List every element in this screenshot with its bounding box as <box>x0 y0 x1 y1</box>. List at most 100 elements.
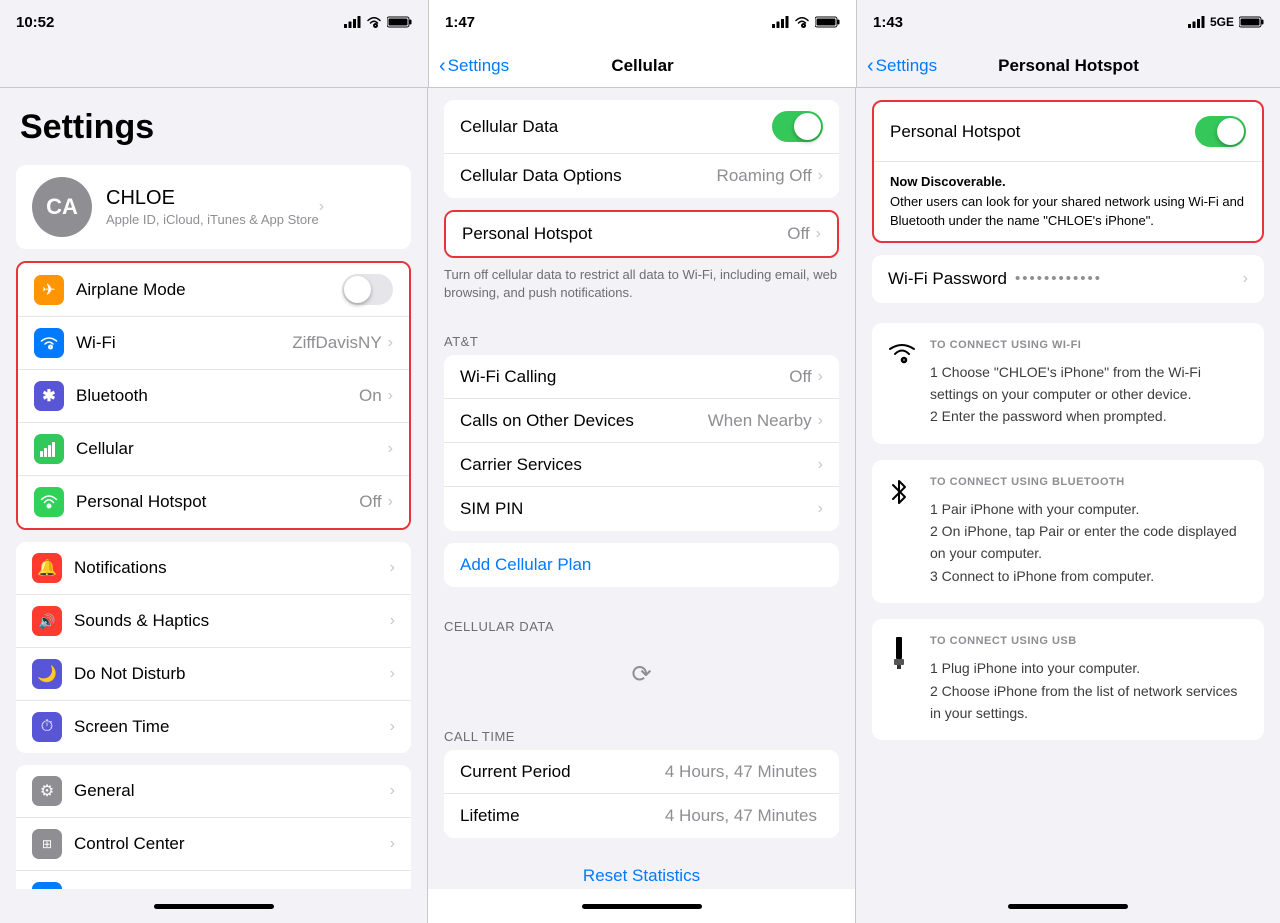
cellular-hotspot-row[interactable]: Personal Hotspot Off › <box>446 212 837 256</box>
dnd-icon: 🌙 <box>32 659 62 689</box>
control-center-row[interactable]: ⊞ Control Center › <box>16 818 411 871</box>
airplane-mode-row[interactable]: ✈ Airplane Mode <box>18 263 409 317</box>
status-icons-panel3: 5GE <box>1188 15 1264 29</box>
nav-bar-settings <box>0 44 428 88</box>
airplane-toggle-thumb <box>344 276 371 303</box>
profile-name: CHLOE <box>106 187 319 210</box>
bluetooth-row[interactable]: ✱ Bluetooth On › <box>18 370 409 423</box>
wifi-password-row[interactable]: Wi-Fi Password •••••••••••• › <box>872 255 1264 303</box>
wifi-row[interactable]: Wi-Fi ZiffDavisNY › <box>18 317 409 370</box>
att-section-header: AT&T <box>428 314 855 355</box>
wifi-row-icon <box>34 328 64 358</box>
general-group: ⚙ General › ⊞ Control Center › AA Displa… <box>16 765 411 889</box>
hotspot-top-section: Personal Hotspot Now Discoverable. Other… <box>872 100 1264 243</box>
connect-wifi-block: TO CONNECT USING WI-FI 1 Choose "CHLOE's… <box>872 323 1264 444</box>
status-icons-panel2 <box>772 16 840 28</box>
status-bar-panel3: 1:43 5GE <box>856 0 1280 44</box>
back-button-hotspot[interactable]: ‹ Settings <box>867 56 937 76</box>
wifi-connect-icon <box>888 339 918 428</box>
signal-icon-panel3 <box>1188 16 1205 28</box>
airplane-toggle[interactable] <box>342 274 393 305</box>
loading-spinner: ⟳ <box>428 640 855 709</box>
battery-icon-panel1 <box>387 16 412 28</box>
cellular-data-toggle[interactable] <box>772 111 823 142</box>
connect-bluetooth-block: TO CONNECT USING BLUETOOTH 1 Pair iPhone… <box>872 460 1264 604</box>
panel-hotspot: Personal Hotspot Now Discoverable. Other… <box>856 88 1280 889</box>
nav-bar-hotspot: ‹ Settings Personal Hotspot <box>856 44 1280 88</box>
screentime-row[interactable]: ⏱ Screen Time › <box>16 701 411 753</box>
general-chevron: › <box>390 782 395 800</box>
call-time-section-header: CALL TIME <box>428 709 855 750</box>
status-bar-panel1: 10:52 <box>0 0 428 44</box>
wifi-value: ZiffDavisNY <box>292 333 381 353</box>
back-label-cellular: Settings <box>448 56 509 76</box>
cellular-data-row[interactable]: Cellular Data <box>444 100 839 154</box>
dnd-row[interactable]: 🌙 Do Not Disturb › <box>16 648 411 701</box>
connect-wifi-header: TO CONNECT USING WI-FI <box>930 339 1248 351</box>
calls-other-devices-row[interactable]: Calls on Other Devices When Nearby › <box>444 399 839 443</box>
cellular-chevron: › <box>388 440 393 458</box>
time-panel2: 1:47 <box>445 14 475 31</box>
sim-pin-row[interactable]: SIM PIN › <box>444 487 839 531</box>
display-icon: AA <box>32 882 62 889</box>
hotspot-detail-toggle[interactable] <box>1195 116 1246 147</box>
connect-wifi-text: TO CONNECT USING WI-FI 1 Choose "CHLOE's… <box>930 339 1248 428</box>
cellular-row[interactable]: Cellular › <box>18 423 409 476</box>
dnd-label: Do Not Disturb <box>74 664 390 684</box>
connect-usb-header: TO CONNECT USING USB <box>930 635 1248 647</box>
carrier-services-label: Carrier Services <box>460 455 818 475</box>
airplane-label: Airplane Mode <box>76 280 342 300</box>
current-period-row: Current Period 4 Hours, 47 Minutes <box>444 750 839 794</box>
cellular-hotspot-value: Off <box>787 224 809 244</box>
general-row[interactable]: ⚙ General › <box>16 765 411 818</box>
bluetooth-label: Bluetooth <box>76 386 359 406</box>
sounds-row[interactable]: 🔊 Sounds & Haptics › <box>16 595 411 648</box>
carrier-services-chevron: › <box>818 456 823 474</box>
home-indicator-panel2 <box>428 889 856 923</box>
lifetime-label: Lifetime <box>460 806 665 826</box>
cellular-data-options-row[interactable]: Cellular Data Options Roaming Off › <box>444 154 839 198</box>
nav-bar-cellular: ‹ Settings Cellular <box>428 44 856 88</box>
home-indicator-panel3 <box>856 889 1280 923</box>
cellular-icon <box>34 434 64 464</box>
hotspot-main-row[interactable]: Personal Hotspot <box>874 102 1262 162</box>
add-cellular-plan-row[interactable]: Add Cellular Plan <box>444 543 839 587</box>
add-cellular-plan-label: Add Cellular Plan <box>460 555 591 575</box>
back-button-cellular[interactable]: ‹ Settings <box>439 56 509 76</box>
5ge-label: 5GE <box>1210 15 1234 29</box>
signal-icon-panel1 <box>344 16 361 28</box>
notifications-group: 🔔 Notifications › 🔊 Sounds & Haptics › 🌙… <box>16 542 411 753</box>
cellular-data-label: Cellular Data <box>460 117 772 137</box>
lifetime-value: 4 Hours, 47 Minutes <box>665 806 817 826</box>
screentime-icon: ⏱ <box>32 712 62 742</box>
profile-info: CHLOE Apple ID, iCloud, iTunes & App Sto… <box>106 187 319 227</box>
sim-pin-chevron: › <box>818 500 823 518</box>
calls-other-devices-label: Calls on Other Devices <box>460 411 708 431</box>
wifi-icon-panel1 <box>366 16 382 28</box>
bluetooth-value: On <box>359 386 382 406</box>
display-brightness-row[interactable]: AA Display Brightness › <box>16 871 411 889</box>
profile-row[interactable]: CA CHLOE Apple ID, iCloud, iTunes & App … <box>16 165 411 249</box>
notifications-row[interactable]: 🔔 Notifications › <box>16 542 411 595</box>
profile-subtitle: Apple ID, iCloud, iTunes & App Store <box>106 212 319 227</box>
control-center-icon: ⊞ <box>32 829 62 859</box>
notifications-chevron: › <box>390 559 395 577</box>
personal-hotspot-row[interactable]: Personal Hotspot Off › <box>18 476 409 528</box>
wifi-icon-panel2 <box>794 16 810 28</box>
wifi-calling-row[interactable]: Wi-Fi Calling Off › <box>444 355 839 399</box>
sounds-label: Sounds & Haptics <box>74 611 390 631</box>
status-icons-panel1 <box>344 16 412 28</box>
cellular-top-group: Cellular Data Cellular Data Options Roam… <box>444 100 839 198</box>
general-icon: ⚙ <box>32 776 62 806</box>
att-group: Wi-Fi Calling Off › Calls on Other Devic… <box>444 355 839 531</box>
carrier-services-row[interactable]: Carrier Services › <box>444 443 839 487</box>
reset-statistics-button[interactable]: Reset Statistics <box>583 866 700 885</box>
wifi-label: Wi-Fi <box>76 333 292 353</box>
dnd-chevron: › <box>390 665 395 683</box>
screentime-label: Screen Time <box>74 717 390 737</box>
panel-cellular: Cellular Data Cellular Data Options Roam… <box>428 88 856 889</box>
hotspot-value: Off <box>359 492 381 512</box>
cellular-hotspot-highlight: Personal Hotspot Off › <box>444 210 839 258</box>
back-label-hotspot: Settings <box>876 56 937 76</box>
home-indicators <box>0 889 1280 923</box>
